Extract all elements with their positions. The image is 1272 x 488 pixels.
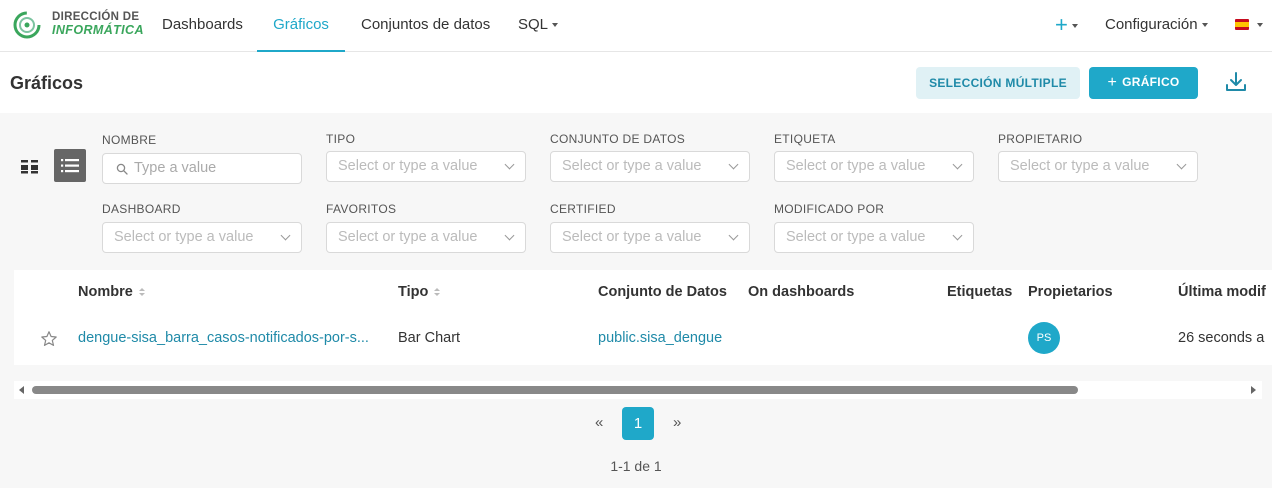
filter-favorites-select[interactable]: Select or type a value bbox=[326, 222, 526, 253]
scrollbar-thumb[interactable] bbox=[32, 386, 1078, 394]
filter-dataset-select[interactable]: Select or type a value bbox=[550, 151, 750, 182]
filter-dataset-label: CONJUNTO DE DATOS bbox=[550, 132, 686, 146]
filter-tag-label: ETIQUETA bbox=[774, 132, 836, 146]
filter-tag-placeholder: Select or type a value bbox=[786, 158, 926, 174]
filter-name-input[interactable]: Type a value bbox=[102, 153, 302, 184]
column-header-type[interactable]: Tipo bbox=[398, 284, 441, 300]
filter-type-placeholder: Select or type a value bbox=[338, 158, 478, 174]
column-header-last-modified: Última modif bbox=[1178, 284, 1266, 300]
chevron-down-icon bbox=[504, 159, 515, 170]
filter-certified-placeholder: Select or type a value bbox=[562, 229, 702, 245]
page-title: Gráficos bbox=[10, 73, 84, 93]
language-flag-icon[interactable] bbox=[1235, 19, 1249, 30]
pagination-page-1[interactable]: 1 bbox=[622, 407, 654, 440]
scroll-left-arrow-icon[interactable] bbox=[19, 386, 24, 394]
pagination-next[interactable]: » bbox=[673, 414, 681, 431]
chevron-down-icon bbox=[552, 23, 559, 28]
chevron-down-icon bbox=[504, 230, 515, 241]
chevron-down-icon bbox=[1201, 23, 1208, 28]
brand-name[interactable]: DIRECCIÓN DE INFORMÁTICA bbox=[52, 11, 144, 37]
nav-settings[interactable]: Configuración bbox=[1105, 0, 1208, 52]
chart-type-cell: Bar Chart bbox=[398, 330, 461, 346]
card-view-icon[interactable] bbox=[16, 153, 44, 181]
charts-table: Nombre Tipo Conjunto de Datos On dashboa… bbox=[14, 270, 1272, 365]
sort-icon bbox=[434, 287, 441, 297]
chevron-down-icon bbox=[280, 230, 291, 241]
plus-icon: + bbox=[1055, 12, 1068, 37]
search-icon bbox=[116, 163, 128, 175]
filter-name-label: NOMBRE bbox=[102, 133, 157, 147]
favorite-star-icon[interactable] bbox=[40, 330, 58, 348]
filter-modified-by-select[interactable]: Select or type a value bbox=[774, 222, 974, 253]
nav-sql-label: SQL bbox=[518, 16, 549, 33]
chevron-down-icon bbox=[728, 159, 739, 170]
nav-dashboards[interactable]: Dashboards bbox=[162, 0, 243, 52]
chevron-down-icon bbox=[952, 230, 963, 241]
filter-certified-label: CERTIFIED bbox=[550, 202, 616, 216]
filter-favorites-label: FAVORITOS bbox=[326, 202, 397, 216]
filter-certified-select[interactable]: Select or type a value bbox=[550, 222, 750, 253]
chart-name-link[interactable]: dengue-sisa_barra_casos-notificados-por-… bbox=[78, 330, 369, 346]
column-header-dashboards: On dashboards bbox=[748, 284, 855, 300]
filter-dashboard-select[interactable]: Select or type a value bbox=[102, 222, 302, 253]
filter-name-placeholder: Type a value bbox=[134, 160, 217, 176]
owner-avatar[interactable]: PS bbox=[1028, 322, 1060, 354]
list-view-icon bbox=[61, 159, 79, 173]
pagination-range: 1-1 de 1 bbox=[610, 458, 662, 474]
filter-owner-select[interactable]: Select or type a value bbox=[998, 151, 1198, 182]
column-header-name[interactable]: Nombre bbox=[78, 284, 145, 300]
add-chart-label: GRÁFICO bbox=[1122, 75, 1180, 89]
dataset-link[interactable]: public.sisa_dengue bbox=[598, 330, 722, 346]
column-header-dataset: Conjunto de Datos bbox=[598, 284, 727, 300]
top-navbar: DIRECCIÓN DE INFORMÁTICA Dashboards Gráf… bbox=[0, 0, 1272, 52]
filter-owner-label: PROPIETARIO bbox=[998, 132, 1083, 146]
filter-modified-by-label: MODIFICADO POR bbox=[774, 202, 885, 216]
filter-dashboard-label: DASHBOARD bbox=[102, 202, 181, 216]
filter-type-label: TIPO bbox=[326, 132, 356, 146]
filter-dataset-placeholder: Select or type a value bbox=[562, 158, 702, 174]
filter-type-select[interactable]: Select or type a value bbox=[326, 151, 526, 182]
horizontal-scrollbar[interactable] bbox=[14, 381, 1262, 399]
page-header: Gráficos SELECCIÓN MÚLTIPLE + GRÁFICO bbox=[0, 52, 1272, 113]
nav-settings-label: Configuración bbox=[1105, 16, 1198, 33]
list-view-toggle[interactable] bbox=[54, 149, 86, 182]
column-header-tags: Etiquetas bbox=[947, 284, 1013, 300]
nav-sql[interactable]: SQL bbox=[518, 0, 559, 52]
filter-favorites-placeholder: Select or type a value bbox=[338, 229, 478, 245]
add-chart-button[interactable]: + GRÁFICO bbox=[1089, 67, 1198, 99]
brand-line-2: INFORMÁTICA bbox=[52, 23, 144, 37]
nav-datasets[interactable]: Conjuntos de datos bbox=[361, 0, 490, 52]
download-icon[interactable] bbox=[1224, 70, 1248, 94]
filter-dashboard-placeholder: Select or type a value bbox=[114, 229, 254, 245]
last-modified-cell: 26 seconds a bbox=[1178, 330, 1265, 346]
chevron-down-icon bbox=[728, 230, 739, 241]
plus-icon: + bbox=[1107, 74, 1118, 91]
column-header-owners: Propietarios bbox=[1028, 284, 1113, 300]
column-header-type-label: Tipo bbox=[398, 284, 429, 300]
filter-owner-placeholder: Select or type a value bbox=[1010, 158, 1150, 174]
new-menu[interactable]: + bbox=[1055, 0, 1078, 52]
chevron-down-icon[interactable] bbox=[1257, 23, 1263, 27]
brand-logo-icon[interactable] bbox=[12, 10, 42, 40]
column-header-name-label: Nombre bbox=[78, 284, 133, 300]
scroll-right-arrow-icon[interactable] bbox=[1251, 386, 1256, 394]
sort-icon bbox=[138, 287, 145, 297]
nav-charts[interactable]: Gráficos bbox=[257, 0, 345, 52]
chevron-down-icon bbox=[952, 159, 963, 170]
filter-tag-select[interactable]: Select or type a value bbox=[774, 151, 974, 182]
filter-modified-by-placeholder: Select or type a value bbox=[786, 229, 926, 245]
pagination-prev[interactable]: « bbox=[595, 414, 603, 431]
chevron-down-icon bbox=[1071, 24, 1078, 29]
chevron-down-icon bbox=[1176, 159, 1187, 170]
bulk-select-button[interactable]: SELECCIÓN MÚLTIPLE bbox=[916, 67, 1080, 99]
